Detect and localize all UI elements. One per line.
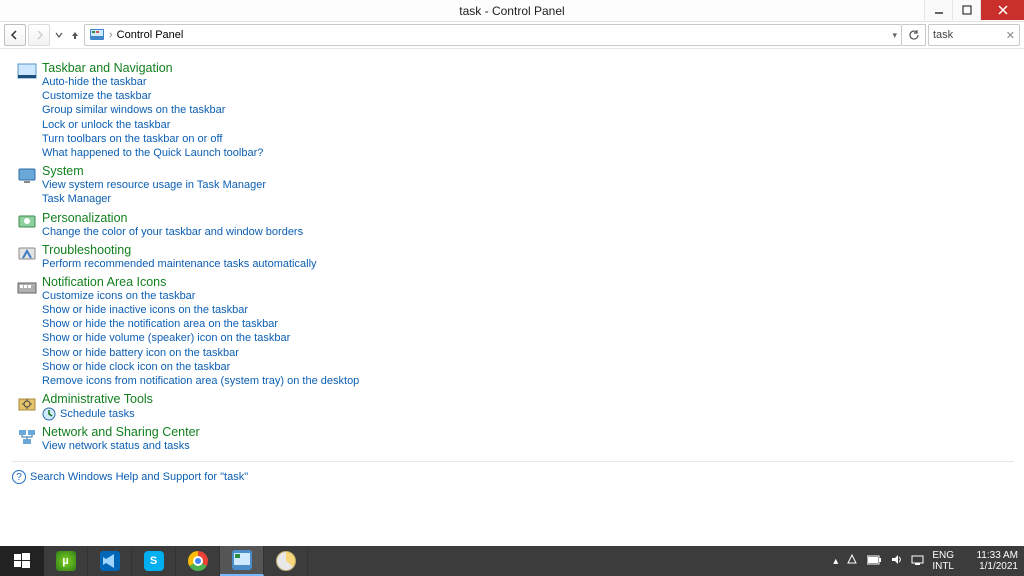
tray-time: 11:33 AM: [962, 550, 1018, 561]
personalization-icon: [12, 211, 42, 233]
category-title-link[interactable]: Troubleshooting: [42, 243, 131, 257]
window-title: task - Control Panel: [459, 4, 564, 18]
category-body: Taskbar and NavigationAuto-hide the task…: [42, 61, 263, 160]
category: Notification Area IconsCustomize icons o…: [12, 275, 1014, 388]
category-sublink[interactable]: Change the color of your taskbar and win…: [42, 226, 303, 239]
category-sublink[interactable]: Show or hide clock icon on the taskbar: [42, 361, 359, 374]
category-sublink[interactable]: Remove icons from notification area (sys…: [42, 375, 359, 388]
category: TroubleshootingPerform recommended maint…: [12, 243, 1014, 271]
category-sublink[interactable]: What happened to the Quick Launch toolba…: [42, 147, 263, 160]
category: Administrative Tools Schedule tasks: [12, 392, 1014, 421]
up-button[interactable]: [68, 24, 82, 46]
search-input[interactable]: task ✕: [928, 24, 1020, 46]
category-sublink[interactable]: Customize icons on the taskbar: [42, 290, 359, 303]
category-sublink[interactable]: Show or hide battery icon on the taskbar: [42, 347, 359, 360]
language-line1: ENG: [932, 550, 954, 561]
category-body: PersonalizationChange the color of your …: [42, 211, 303, 239]
refresh-button[interactable]: [902, 24, 926, 46]
category-sublink[interactable]: Show or hide inactive icons on the taskb…: [42, 304, 359, 317]
category: SystemView system resource usage in Task…: [12, 164, 1014, 206]
start-button[interactable]: [0, 546, 44, 576]
address-bar[interactable]: › Control Panel ▾: [84, 24, 902, 46]
category-title-link[interactable]: System: [42, 164, 84, 178]
taskbar-app-vscode[interactable]: [88, 546, 132, 576]
category-sublink[interactable]: Show or hide the notification area on th…: [42, 318, 359, 331]
title-bar: task - Control Panel: [0, 0, 1024, 22]
control-panel-icon: [89, 27, 105, 43]
breadcrumb-chevron[interactable]: ›: [109, 29, 113, 41]
system-icon: [12, 164, 42, 186]
category-sublink[interactable]: Auto-hide the taskbar: [42, 76, 263, 89]
category: Network and Sharing CenterView network s…: [12, 425, 1014, 453]
admin-tools-icon: [12, 392, 42, 414]
help-search-link[interactable]: ? Search Windows Help and Support for "t…: [12, 470, 1014, 484]
search-text: task: [933, 29, 953, 41]
volume-icon[interactable]: [890, 553, 903, 569]
taskbar-app-chrome[interactable]: [176, 546, 220, 576]
category-sublink[interactable]: Turn toolbars on the taskbar on or off: [42, 133, 263, 146]
category-sublink[interactable]: Perform recommended maintenance tasks au…: [42, 258, 317, 271]
category-sublink[interactable]: Group similar windows on the taskbar: [42, 104, 263, 117]
help-search-label: Search Windows Help and Support for "tas…: [30, 471, 248, 483]
notification-area-icon: [12, 275, 42, 297]
taskbar-nav-icon: [12, 61, 42, 83]
category-sublink[interactable]: View network status and tasks: [42, 440, 200, 453]
category-sublink[interactable]: Show or hide volume (speaker) icon on th…: [42, 332, 359, 345]
category-title-link[interactable]: Taskbar and Navigation: [42, 61, 173, 75]
network-sharing-icon: [12, 425, 42, 447]
category-body: SystemView system resource usage in Task…: [42, 164, 266, 206]
tray-date: 1/1/2021: [962, 561, 1018, 572]
minimize-button[interactable]: [924, 0, 952, 20]
tray-clock[interactable]: 11:33 AM 1/1/2021: [962, 550, 1018, 572]
navigation-row: › Control Panel ▾ task ✕: [0, 22, 1024, 48]
battery-icon[interactable]: [867, 555, 882, 568]
category-sublink[interactable]: Task Manager: [42, 193, 266, 206]
clear-search-button[interactable]: ✕: [1006, 29, 1015, 42]
taskbar-app-skype[interactable]: S: [132, 546, 176, 576]
breadcrumb[interactable]: Control Panel: [117, 29, 184, 41]
language-line2: INTL: [932, 561, 954, 572]
category-title-link[interactable]: Personalization: [42, 211, 127, 225]
network-icon[interactable]: [911, 553, 924, 569]
results-pane: Taskbar and NavigationAuto-hide the task…: [0, 49, 1024, 539]
close-button[interactable]: [980, 0, 1024, 20]
category-body: Administrative Tools Schedule tasks: [42, 392, 153, 421]
category-sublink[interactable]: Customize the taskbar: [42, 90, 263, 103]
taskbar: µ S ▴ ENG INTL 11:33 AM 1/1/2021: [0, 546, 1024, 576]
troubleshooting-icon: [12, 243, 42, 265]
category-sublink[interactable]: Lock or unlock the taskbar: [42, 119, 263, 132]
category-title-link[interactable]: Administrative Tools: [42, 392, 153, 406]
category-body: TroubleshootingPerform recommended maint…: [42, 243, 317, 271]
category-body: Notification Area IconsCustomize icons o…: [42, 275, 359, 388]
schedule-icon: [42, 407, 56, 421]
maximize-button[interactable]: [952, 0, 980, 20]
language-indicator[interactable]: ENG INTL: [932, 550, 954, 572]
taskbar-app-control-panel[interactable]: [220, 546, 264, 576]
window-buttons: [924, 0, 1024, 20]
category: Taskbar and NavigationAuto-hide the task…: [12, 61, 1014, 160]
tray-overflow-button[interactable]: ▴: [833, 556, 838, 567]
system-tray: ▴ ENG INTL 11:33 AM 1/1/2021: [827, 546, 1024, 576]
results-separator: [12, 461, 1014, 462]
recent-locations-button[interactable]: [52, 24, 66, 46]
category: PersonalizationChange the color of your …: [12, 211, 1014, 239]
category-sublink-label: Schedule tasks: [60, 408, 135, 421]
address-dropdown-button[interactable]: ▾: [892, 30, 897, 41]
action-center-icon[interactable]: [846, 553, 859, 569]
taskbar-app-utorrent[interactable]: µ: [44, 546, 88, 576]
category-sublink[interactable]: View system resource usage in Task Manag…: [42, 179, 266, 192]
category-title-link[interactable]: Network and Sharing Center: [42, 425, 200, 439]
category-body: Network and Sharing CenterView network s…: [42, 425, 200, 453]
category-title-link[interactable]: Notification Area Icons: [42, 275, 166, 289]
windows-logo-icon: [13, 552, 31, 570]
category-sublink[interactable]: Schedule tasks: [42, 407, 153, 421]
taskbar-app-clock[interactable]: [264, 546, 308, 576]
help-icon: ?: [12, 470, 26, 484]
forward-button[interactable]: [28, 24, 50, 46]
back-button[interactable]: [4, 24, 26, 46]
